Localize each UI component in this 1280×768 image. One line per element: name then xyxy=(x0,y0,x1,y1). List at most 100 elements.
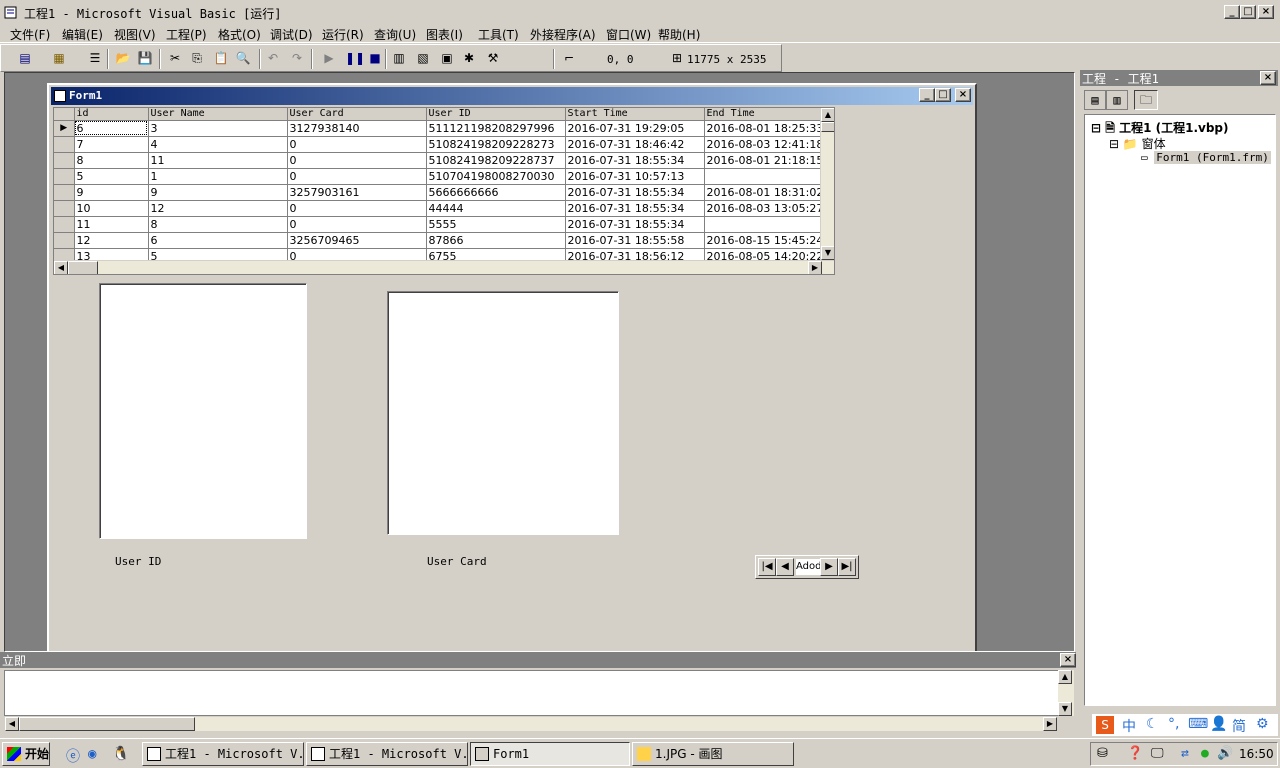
scroll-left-icon[interactable]: ◀ xyxy=(54,261,68,274)
row-selector[interactable] xyxy=(54,152,75,169)
row-selector[interactable] xyxy=(54,232,75,249)
minimize-button[interactable]: _ xyxy=(1224,5,1240,19)
table-cell[interactable]: 3 xyxy=(148,120,288,137)
table-row[interactable]: 12 6 3256709465 87866 2016-07-31 18:55:58 201… xyxy=(54,232,827,249)
table-cell[interactable]: 12 xyxy=(148,200,288,217)
table-cell[interactable]: 8 xyxy=(148,216,288,233)
menu-addins[interactable]: 外接程序(A) xyxy=(530,26,596,43)
table-cell[interactable]: 2016-08-01 18:25:33 xyxy=(704,120,827,137)
table-cell[interactable]: 511121198208297996 xyxy=(426,120,566,137)
punctuation-icon[interactable]: °, xyxy=(1168,716,1179,732)
table-cell[interactable]: 6 xyxy=(74,120,149,137)
copy-icon[interactable]: ⎘ xyxy=(189,50,205,66)
table-cell[interactable]: 9 xyxy=(148,184,288,201)
immediate-vscroll[interactable]: ▲ ▼ xyxy=(1058,670,1074,716)
col-header-start-time[interactable]: Start Time xyxy=(565,108,705,121)
table-row[interactable]: 10 12 0 44444 2016-07-31 18:55:34 2016-08-03 … xyxy=(54,200,827,217)
data-grid[interactable]: id User Name User Card User ID Start Tim… xyxy=(53,107,835,275)
adodc-control[interactable]: |◀ ◀ Adodc1 ▶ ▶| xyxy=(755,555,859,579)
collapse-icon[interactable]: ⊟ xyxy=(1091,121,1101,135)
col-header-user-card[interactable]: User Card xyxy=(287,108,427,121)
immediate-text-area[interactable] xyxy=(4,670,1072,716)
table-cell[interactable]: 510824198209228737 xyxy=(426,152,566,169)
table-row[interactable]: 7 4 0 510824198209228273 2016-07-31 18:46:42… xyxy=(54,136,827,153)
form1-maximize-button[interactable]: □ xyxy=(935,88,951,102)
immediate-hscroll-thumb[interactable] xyxy=(19,717,195,731)
object-browser-icon[interactable]: ✱ xyxy=(461,50,477,66)
view-object-icon[interactable]: ▥ xyxy=(1106,90,1128,110)
table-cell[interactable]: 87866 xyxy=(426,232,566,249)
table-cell[interactable]: 0 xyxy=(287,168,427,185)
row-selector[interactable]: ▶ xyxy=(54,120,75,137)
row-selector[interactable] xyxy=(54,136,75,153)
open-icon[interactable]: 📂 xyxy=(115,50,131,66)
taskbar-button-vb2[interactable]: 工程1 - Microsoft V... xyxy=(306,742,468,766)
scroll-down-icon[interactable]: ▼ xyxy=(821,246,834,260)
connection-icon[interactable]: ⇄ xyxy=(1181,746,1189,761)
add-form-icon[interactable]: ▦ xyxy=(51,50,67,66)
menu-diagram[interactable]: 图表(I) xyxy=(426,26,463,43)
row-selector[interactable] xyxy=(54,184,75,201)
grid-hscroll-thumb[interactable] xyxy=(68,261,98,274)
close-button[interactable]: × xyxy=(1258,5,1274,19)
menu-edit[interactable]: 编辑(E) xyxy=(62,26,103,43)
undo-icon[interactable]: ↶ xyxy=(265,50,281,66)
menu-format[interactable]: 格式(O) xyxy=(218,26,261,43)
user-id-picture-box[interactable] xyxy=(99,283,307,539)
table-row[interactable]: 5 1 0 510704198008270030 2016-07-31 10:57:13 xyxy=(54,168,827,185)
table-cell[interactable]: 44444 xyxy=(426,200,566,217)
table-row[interactable]: 11 8 0 5555 2016-07-31 18:55:34 xyxy=(54,216,827,233)
table-cell[interactable]: 6 xyxy=(148,232,288,249)
col-header-id[interactable]: id xyxy=(74,108,149,121)
grid-vscroll-thumb[interactable] xyxy=(821,122,834,132)
table-cell[interactable]: 2016-07-31 18:55:34 xyxy=(565,152,705,169)
user-card-picture-box[interactable] xyxy=(387,291,619,535)
project-tree[interactable]: ⊟ 🗎 工程1 (工程1.vbp) ⊟ 📁 窗体 ▭ Form1 (Form1.… xyxy=(1084,114,1276,706)
security-icon[interactable]: ● xyxy=(1201,746,1209,761)
table-cell[interactable]: 2016-07-31 18:55:34 xyxy=(565,200,705,217)
taskbar-button-vb1[interactable]: 工程1 - Microsoft V... xyxy=(142,742,304,766)
table-cell[interactable]: 4 xyxy=(148,136,288,153)
table-cell[interactable]: 2016-08-01 18:31:02 xyxy=(704,184,827,201)
move-first-icon[interactable]: |◀ xyxy=(758,558,776,576)
toolbox-icon[interactable]: ⚒ xyxy=(485,50,501,66)
table-cell[interactable]: 10 xyxy=(74,200,149,217)
table-row[interactable]: ▶ 6 3 3127938140 511121198208297996 2016-07-3… xyxy=(54,120,827,137)
menu-run[interactable]: 运行(R) xyxy=(322,26,364,43)
table-cell[interactable]: 11 xyxy=(148,152,288,169)
menu-window[interactable]: 窗口(W) xyxy=(606,26,651,43)
table-cell[interactable]: 2016-07-31 18:55:34 xyxy=(565,216,705,233)
project-explorer-icon[interactable]: ▥ xyxy=(391,50,407,66)
end-icon[interactable]: ■ xyxy=(367,50,383,66)
table-cell[interactable]: 2016-07-31 18:46:42 xyxy=(565,136,705,153)
table-cell[interactable]: 2016-08-03 13:05:27 xyxy=(704,200,827,217)
move-next-icon[interactable]: ▶ xyxy=(820,558,838,576)
redo-icon[interactable]: ↷ xyxy=(289,50,305,66)
volume-icon[interactable]: 🔊 xyxy=(1217,746,1233,761)
row-selector[interactable] xyxy=(54,168,75,185)
tree-node-form1[interactable]: ▭ Form1 (Form1.frm) xyxy=(1141,151,1271,164)
col-header-user-id[interactable]: User ID xyxy=(426,108,566,121)
menu-project[interactable]: 工程(P) xyxy=(166,26,207,43)
moon-icon[interactable]: ☾ xyxy=(1146,716,1159,732)
user-icon[interactable]: 👤 xyxy=(1210,716,1227,732)
ime-chinese-mode[interactable]: 中 xyxy=(1122,716,1136,736)
project-close-button[interactable]: × xyxy=(1260,71,1276,85)
table-cell[interactable] xyxy=(704,216,827,233)
row-selector[interactable] xyxy=(54,216,75,233)
form1-close-button[interactable]: × xyxy=(955,88,971,102)
table-cell[interactable]: 0 xyxy=(287,152,427,169)
table-cell[interactable]: 0 xyxy=(287,216,427,233)
table-cell[interactable]: 9 xyxy=(74,184,149,201)
menu-help[interactable]: 帮助(H) xyxy=(658,26,700,43)
table-cell[interactable]: 2016-07-31 18:55:58 xyxy=(565,232,705,249)
immediate-close-button[interactable]: × xyxy=(1060,653,1076,667)
paste-icon[interactable]: 📋 xyxy=(213,50,229,66)
table-cell[interactable]: 7 xyxy=(74,136,149,153)
table-cell[interactable]: 3127938140 xyxy=(287,120,427,137)
table-cell[interactable]: 12 xyxy=(74,232,149,249)
settings-gear-icon[interactable]: ⚙ xyxy=(1256,716,1269,732)
monitor-icon[interactable]: 🖵 xyxy=(1151,746,1164,761)
form1-minimize-button[interactable]: _ xyxy=(919,88,935,102)
table-cell[interactable]: 3257903161 xyxy=(287,184,427,201)
